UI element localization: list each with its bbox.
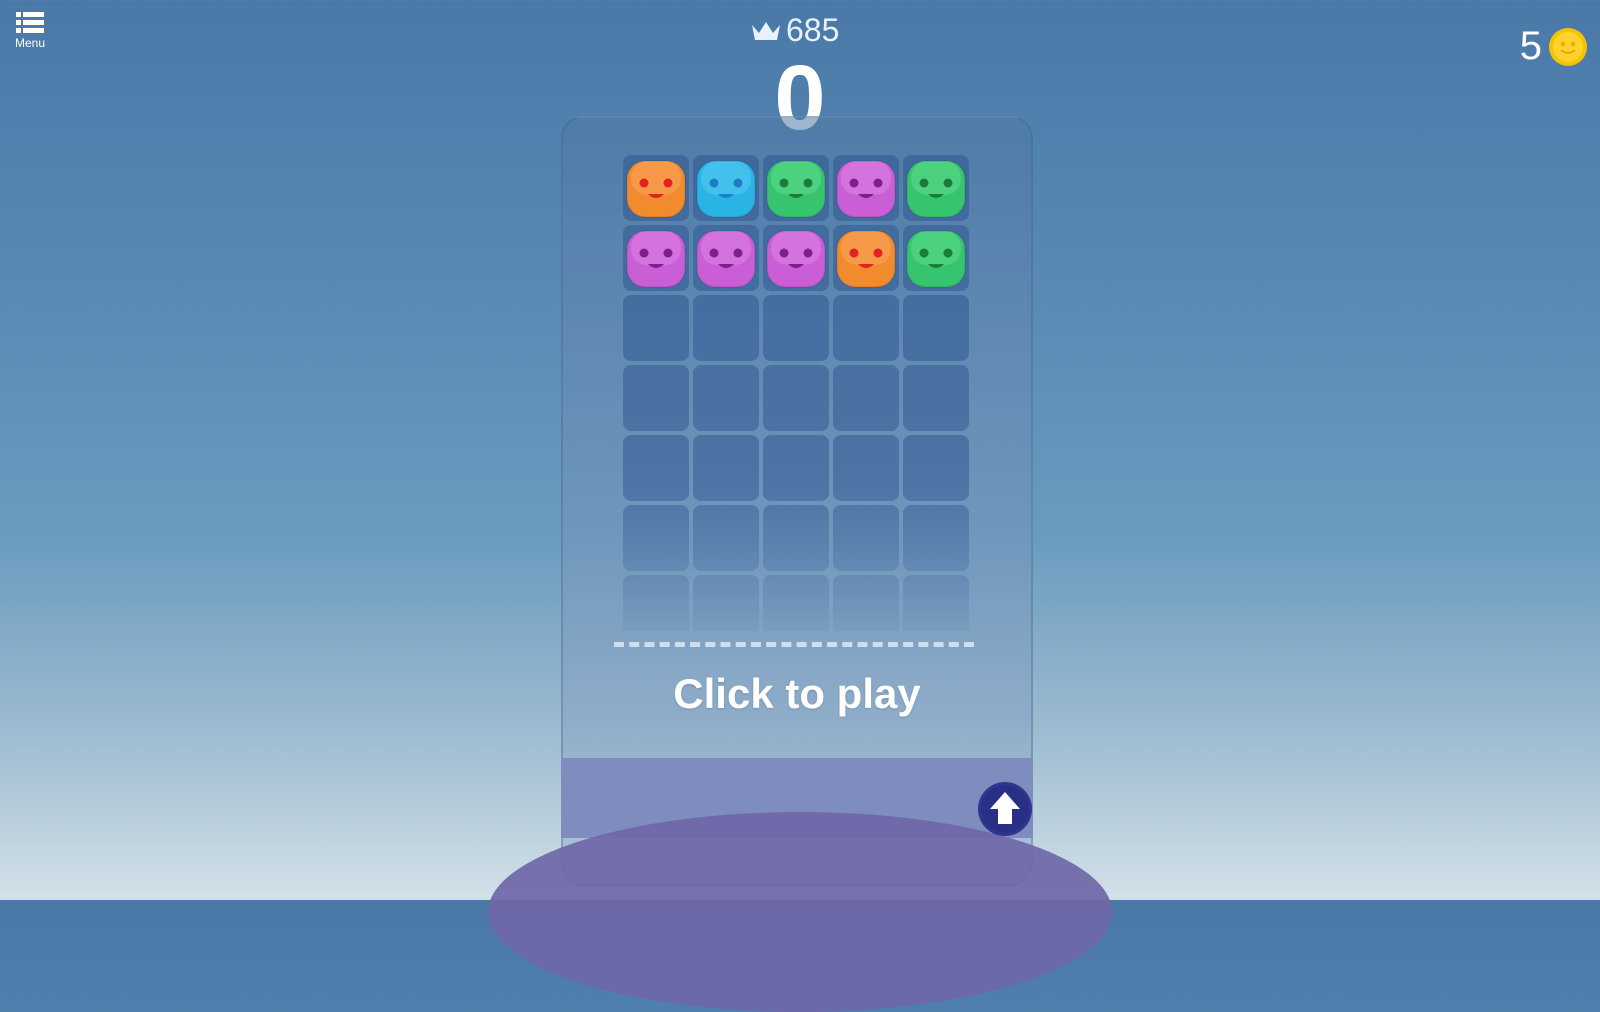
- board-cell[interactable]: [763, 435, 829, 501]
- game-board[interactable]: [623, 155, 973, 641]
- board-cell[interactable]: [623, 365, 689, 431]
- board-cell[interactable]: [763, 155, 829, 221]
- crown-icon: [752, 21, 780, 40]
- menu-button[interactable]: Menu: [10, 10, 50, 54]
- purple-smiley-blob: [836, 160, 896, 218]
- menu-label: Menu: [14, 36, 46, 50]
- danger-line: [614, 642, 974, 647]
- green-smiley-blob: [766, 160, 826, 218]
- coin-count: 5: [1519, 24, 1542, 68]
- board-cell[interactable]: [903, 295, 969, 361]
- board-cell[interactable]: [833, 365, 899, 431]
- board-cell[interactable]: [903, 435, 969, 501]
- board-cell[interactable]: [693, 505, 759, 571]
- smiley-coin-icon: [1549, 27, 1587, 66]
- board-cell[interactable]: [833, 435, 899, 501]
- board-cell[interactable]: [693, 365, 759, 431]
- board-cell[interactable]: [623, 505, 689, 571]
- purple-smiley-blob: [696, 230, 756, 288]
- best-score-value: 685: [786, 12, 840, 48]
- board-cell[interactable]: [903, 225, 969, 291]
- green-smiley-blob: [906, 160, 966, 218]
- board-cell[interactable]: [623, 435, 689, 501]
- board-cell[interactable]: [623, 225, 689, 291]
- board-cell[interactable]: [903, 505, 969, 571]
- coin-counter: 5: [1520, 24, 1588, 69]
- blue-smiley-blob: [696, 160, 756, 218]
- board-cell[interactable]: [763, 505, 829, 571]
- menu-list-icon: [16, 12, 44, 33]
- best-score: 685: [750, 12, 839, 49]
- board-cell[interactable]: [763, 295, 829, 361]
- board-cell[interactable]: [623, 295, 689, 361]
- orange-smiley-blob: [626, 160, 686, 218]
- board-cell[interactable]: [693, 155, 759, 221]
- board-cell[interactable]: [763, 225, 829, 291]
- board-cell[interactable]: [693, 435, 759, 501]
- purple-smiley-blob: [626, 230, 686, 288]
- board-cell[interactable]: [693, 225, 759, 291]
- board-cell[interactable]: [833, 155, 899, 221]
- board-cell[interactable]: [623, 155, 689, 221]
- board-cell[interactable]: [833, 225, 899, 291]
- purple-smiley-blob: [766, 230, 826, 288]
- floor-platform: [488, 812, 1112, 1012]
- board-cell[interactable]: [763, 365, 829, 431]
- green-smiley-blob: [906, 230, 966, 288]
- launch-button[interactable]: [977, 781, 1033, 837]
- click-to-play-prompt[interactable]: Click to play: [561, 670, 1033, 718]
- board-cell[interactable]: [833, 505, 899, 571]
- board-cell[interactable]: [903, 155, 969, 221]
- orange-smiley-blob: [836, 230, 896, 288]
- board-cell[interactable]: [903, 365, 969, 431]
- board-cell[interactable]: [693, 295, 759, 361]
- board-cell[interactable]: [833, 295, 899, 361]
